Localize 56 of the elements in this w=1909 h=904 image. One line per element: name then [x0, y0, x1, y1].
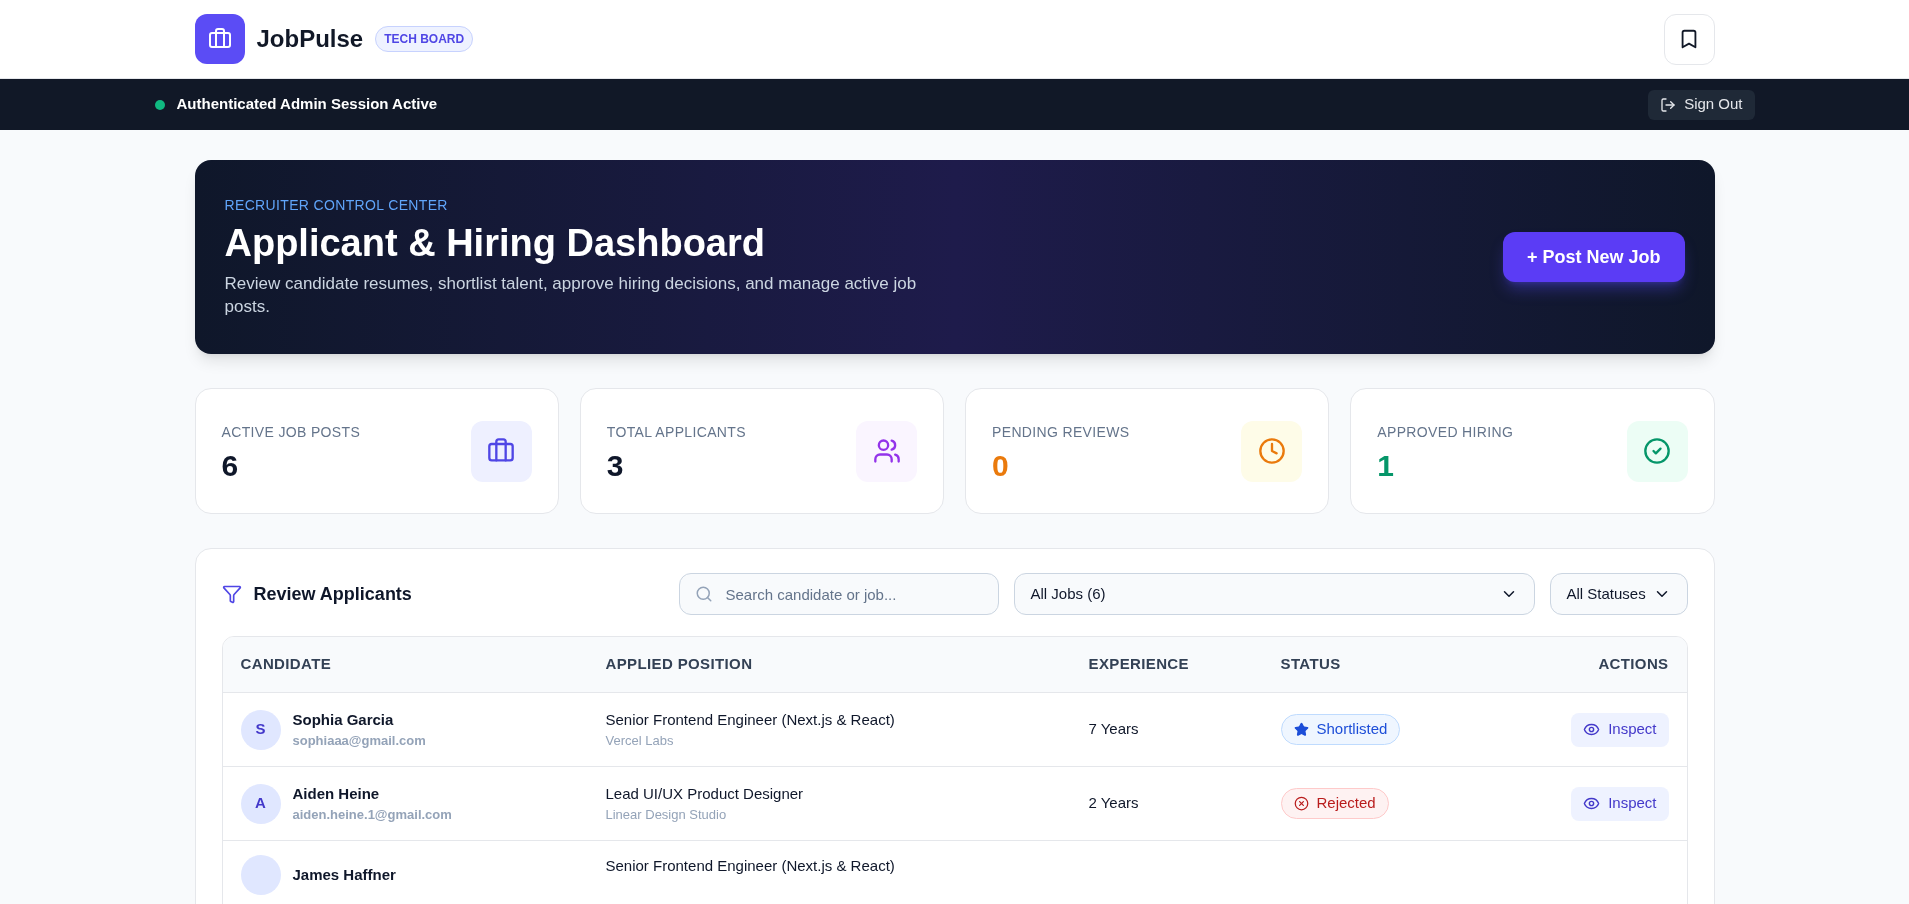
avatar: A: [240, 783, 281, 824]
status-badge: Rejected: [1280, 788, 1389, 819]
sign-out-button[interactable]: Sign Out: [1648, 89, 1755, 120]
column-header: CANDIDATE: [240, 654, 333, 675]
stat-value: 1: [1377, 450, 1395, 481]
stat-label: PENDING REVIEWS: [992, 422, 1130, 442]
position-title: Senior Frontend Engineer (Next.js & React): [605, 856, 896, 876]
logo-icon: [194, 14, 245, 64]
candidate-email: aiden.heine.1@gmail.com: [292, 806, 452, 824]
filter-icon: [221, 584, 242, 604]
stat-value: 6: [221, 450, 240, 481]
position-title: Senior Frontend Engineer (Next.js & React): [605, 709, 896, 730]
column-header: STATUS: [1280, 654, 1342, 675]
board-badge: TECH BOARD: [375, 26, 474, 52]
post-job-button[interactable]: + Post New Job: [1502, 232, 1685, 282]
panel-title: Review Applicants: [253, 582, 412, 606]
search-icon: [694, 585, 713, 603]
candidate-name: Sophia Garcia: [292, 709, 395, 730]
candidate-email: sophiaaa@gmail.com: [292, 732, 426, 750]
position-title: Lead UI/UX Product Designer: [605, 783, 805, 804]
hero-description: Review candidate resumes, shortlist talent, approve hiring decisions, and manage active job posts.: [224, 272, 918, 319]
job-filter-dropdown[interactable]: All Jobs (6): [1013, 573, 1535, 615]
users-icon: [856, 420, 917, 482]
column-header: APPLIED POSITION: [605, 654, 754, 675]
stat-label: APPROVED HIRING: [1377, 422, 1514, 442]
brand-name: JobPulse: [256, 24, 364, 54]
sign-out-icon: [1660, 96, 1677, 113]
briefcase-icon: [470, 420, 532, 482]
hero-eyebrow: RECRUITER CONTROL CENTER: [224, 196, 449, 216]
x-circle-icon: [1293, 796, 1309, 811]
stat-value: 0: [992, 450, 1010, 481]
candidate-name: James Haffner: [292, 864, 396, 885]
search-field[interactable]: Search candidate or job...: [678, 573, 999, 615]
stat-value: 3: [606, 450, 625, 481]
stat-label: ACTIVE JOB POSTS: [221, 422, 361, 442]
star-icon: [1293, 722, 1309, 737]
experience-text: 2 Years: [1088, 793, 1140, 814]
status-badge: Shortlisted: [1280, 714, 1401, 745]
candidate-name: Aiden Heine: [292, 783, 381, 804]
avatar: S: [240, 709, 281, 750]
stat-label: TOTAL APPLICANTS: [606, 422, 746, 442]
company-name: Vercel Labs: [605, 732, 675, 750]
experience-text: 7 Years: [1088, 719, 1140, 740]
avatar: [240, 855, 281, 895]
session-status: Authenticated Admin Session Active: [176, 94, 438, 115]
hero-title: Applicant & Hiring Dashboard: [224, 221, 766, 267]
eye-icon: [1583, 795, 1601, 812]
status-filter-dropdown[interactable]: All Statuses: [1549, 573, 1688, 615]
inspect-button[interactable]: Inspect: [1571, 712, 1669, 747]
clock-icon: [1241, 420, 1303, 482]
bookmark-button[interactable]: [1663, 13, 1715, 65]
column-header: EXPERIENCE: [1088, 654, 1190, 675]
eye-icon: [1583, 721, 1601, 738]
company-name: Linear Design Studio: [605, 806, 728, 824]
column-header: ACTIONS: [1598, 654, 1669, 675]
inspect-button[interactable]: Inspect: [1571, 786, 1669, 821]
